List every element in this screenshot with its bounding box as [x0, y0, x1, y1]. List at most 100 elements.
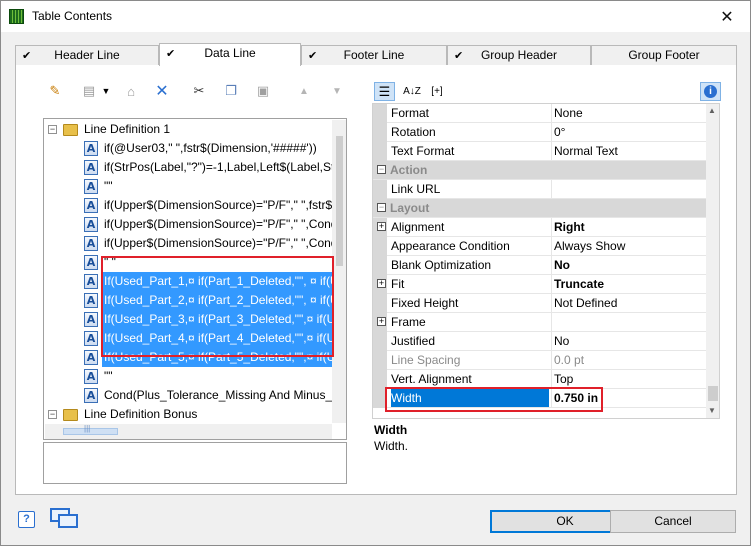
- expand-icon[interactable]: +: [377, 317, 386, 326]
- tree-field-node[interactable]: A "": [44, 367, 331, 386]
- expand-all-icon[interactable]: [+]: [426, 83, 448, 99]
- property-value[interactable]: 0°: [551, 123, 706, 141]
- scroll-thumb[interactable]: [336, 136, 343, 266]
- chevron-down-icon[interactable]: ▼: [98, 83, 114, 99]
- cancel-button[interactable]: Cancel: [610, 510, 736, 533]
- scroll-thumb[interactable]: [708, 386, 718, 401]
- windows-icon[interactable]: [50, 508, 80, 530]
- line-definition-tree[interactable]: − Line Definition 1 Aif(@User03," ",fstr$(…: [43, 118, 347, 440]
- tree-field-node[interactable]: A If(Used_Part_1,¤ if(Part_1_Deleted,"", …: [44, 272, 339, 291]
- tree-field-node[interactable]: A Cond(Plus_Tolerance_Missing And Minus_T: [44, 386, 339, 405]
- property-row[interactable]: Width 0.750 in: [373, 389, 706, 408]
- property-value[interactable]: No: [551, 332, 706, 350]
- property-row[interactable]: Line Spacing 0.0 pt: [373, 351, 706, 370]
- tree-field-node[interactable]: A If(Used_Part_4,¤ if(Part_4_Deleted,"",¤…: [44, 329, 336, 348]
- tree-node-label: if(@User03," ",fstr$(Dimension,'#####')): [104, 141, 317, 155]
- tab-group-footer[interactable]: Group Footer: [591, 45, 737, 65]
- property-row[interactable]: + Frame: [373, 313, 706, 332]
- expand-icon[interactable]: +: [377, 279, 386, 288]
- property-row[interactable]: Text Format Normal Text: [373, 142, 706, 161]
- property-value[interactable]: None: [551, 104, 706, 122]
- row-gutter: [373, 370, 387, 389]
- checkmark-icon: ✔: [308, 50, 318, 62]
- scroll-thumb[interactable]: |||: [63, 424, 118, 435]
- tree-folder-node[interactable]: − Line Definition Bonus: [44, 405, 331, 424]
- property-row[interactable]: Link URL: [373, 180, 706, 199]
- scroll-down-icon[interactable]: ▼: [708, 406, 716, 415]
- delete-icon[interactable]: ✕: [154, 83, 170, 100]
- category-label: Layout: [390, 201, 430, 215]
- paste-clipboard-icon[interactable]: ▣: [255, 83, 271, 99]
- cut-icon[interactable]: ✂: [191, 83, 207, 99]
- tree-field-node[interactable]: A If(Used_Part_5,¤ if(Part_5_Deleted,"",¤…: [44, 348, 336, 367]
- tree-field-node[interactable]: Aif(Upper$(DimensionSource)="P/F"," ",fs…: [44, 196, 345, 215]
- row-gutter: [373, 123, 387, 142]
- copy-icon[interactable]: ❐: [223, 83, 239, 99]
- move-down-icon[interactable]: ▼: [329, 83, 345, 99]
- property-row[interactable]: Format None: [373, 104, 706, 123]
- property-value[interactable]: 0.0 pt: [551, 351, 706, 369]
- tree-field-node[interactable]: Aif(Upper$(DimensionSource)="P/F"," ",Co…: [44, 234, 346, 253]
- property-name: Line Spacing: [391, 353, 461, 367]
- text-field-icon: A: [84, 331, 98, 346]
- property-value[interactable]: Always Show: [551, 237, 706, 255]
- expand-icon[interactable]: +: [377, 222, 386, 231]
- sort-az-icon[interactable]: A↓Z: [403, 83, 421, 99]
- tab-footer-line[interactable]: ✔ Footer Line: [301, 45, 447, 65]
- property-value[interactable]: Right: [551, 218, 706, 236]
- collapse-icon[interactable]: −: [377, 203, 386, 212]
- tree-field-node[interactable]: Aif(@User03," ",fstr$(Dimension,'#####')…: [44, 139, 331, 158]
- property-value[interactable]: 0.750 in: [551, 389, 706, 407]
- property-value[interactable]: Normal Text: [551, 142, 706, 160]
- property-row[interactable]: Fixed Height Not Defined: [373, 294, 706, 313]
- property-row[interactable]: + Fit Truncate: [373, 275, 706, 294]
- collapse-icon[interactable]: −: [377, 165, 386, 174]
- tab-header-line[interactable]: ✔ Header Line: [15, 45, 159, 65]
- property-value[interactable]: Truncate: [551, 275, 706, 293]
- collapse-icon[interactable]: −: [48, 410, 57, 419]
- property-row[interactable]: Justified No: [373, 332, 706, 351]
- tree-field-node[interactable]: A " ": [44, 253, 331, 272]
- property-value[interactable]: [551, 313, 706, 331]
- tab-group-header[interactable]: ✔ Group Header: [447, 45, 591, 65]
- tree-folder-node[interactable]: − Line Definition 1: [44, 120, 331, 139]
- tree-vertical-scrollbar[interactable]: [332, 120, 346, 423]
- tab-label: Group Footer: [628, 48, 700, 62]
- text-field-icon: A: [84, 198, 98, 213]
- tab-data-line[interactable]: ✔ Data Line: [159, 43, 301, 66]
- move-up-icon[interactable]: ▲: [296, 83, 312, 99]
- row-gutter: [373, 389, 387, 408]
- tree-horizontal-scrollbar[interactable]: |||: [45, 424, 332, 439]
- tab-label: Header Line: [54, 48, 120, 62]
- property-row[interactable]: Blank Optimization No: [373, 256, 706, 275]
- tree-field-node[interactable]: A "": [44, 177, 331, 196]
- property-scrollbar[interactable]: ▲ ▼: [706, 104, 719, 418]
- wand-icon[interactable]: ✎: [47, 83, 63, 99]
- collapse-icon[interactable]: −: [48, 125, 57, 134]
- help-icon[interactable]: ?: [18, 511, 35, 528]
- property-row[interactable]: Appearance Condition Always Show: [373, 237, 706, 256]
- property-value[interactable]: Not Defined: [551, 294, 706, 312]
- tree-field-node[interactable]: A If(Used_Part_2,¤ if(Part_2_Deleted,"", …: [44, 291, 339, 310]
- property-name: Format: [391, 106, 430, 120]
- property-value[interactable]: No: [551, 256, 706, 274]
- tree-field-node[interactable]: Aif(StrPos(Label,"?")=-1,Label,Left$(Lab…: [44, 158, 346, 177]
- paste-icon[interactable]: ▤: [81, 83, 97, 99]
- property-row[interactable]: Vert. Alignment Top: [373, 370, 706, 389]
- tree-field-node[interactable]: A If(Used_Part_3,¤ if(Part_3_Deleted,"",¤…: [44, 310, 336, 329]
- table-contents-dialog: Table Contents ✕ ✔ Header Line ✔ Data Li…: [0, 0, 751, 546]
- property-grid[interactable]: Format None Rotation 0° Text Format Normal Te…: [372, 103, 720, 419]
- info-button[interactable]: i: [700, 82, 721, 101]
- row-gutter: [373, 104, 387, 123]
- categorized-icon[interactable]: ☰: [374, 82, 395, 101]
- property-value[interactable]: Top: [551, 370, 706, 388]
- property-value[interactable]: [551, 180, 706, 198]
- properties-icon[interactable]: ⌂: [123, 83, 139, 99]
- property-category[interactable]: − Layout: [373, 199, 706, 218]
- tree-field-node[interactable]: Aif(Upper$(DimensionSource)="P/F"," ",Co…: [44, 215, 346, 234]
- scroll-up-icon[interactable]: ▲: [708, 106, 716, 115]
- close-button[interactable]: ✕: [704, 1, 750, 32]
- property-row[interactable]: + Alignment Right: [373, 218, 706, 237]
- property-row[interactable]: Rotation 0°: [373, 123, 706, 142]
- property-category[interactable]: − Action: [373, 161, 706, 180]
